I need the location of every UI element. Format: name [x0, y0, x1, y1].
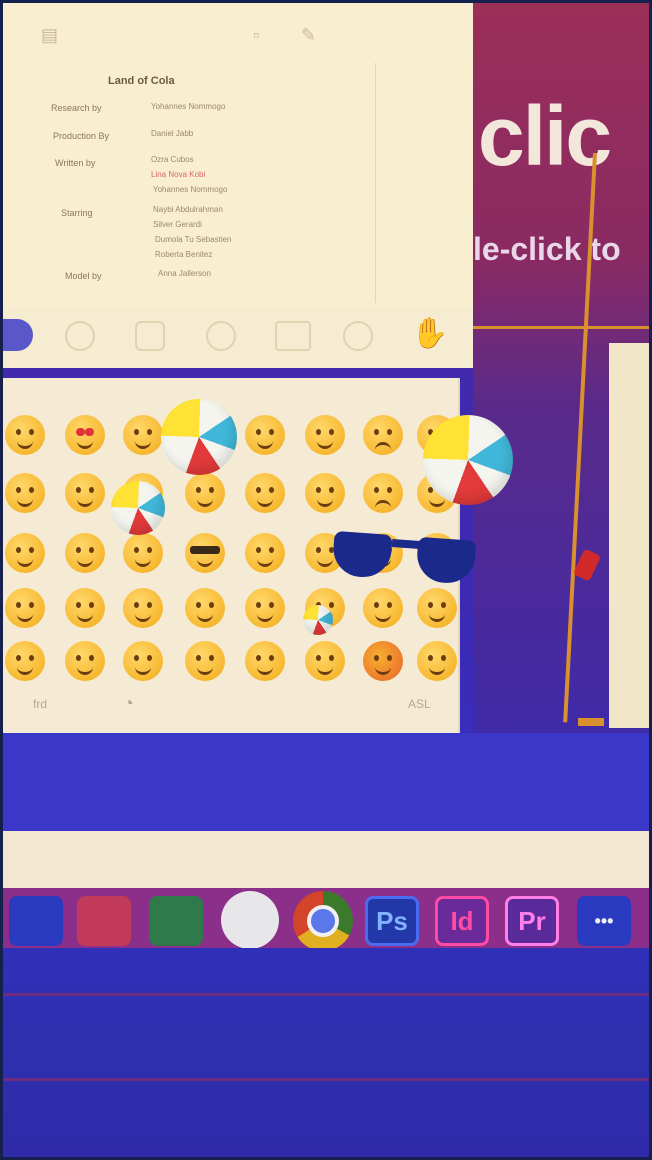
emoji-face[interactable]	[123, 533, 163, 573]
document-divider	[375, 63, 376, 303]
camera-icon[interactable]	[65, 321, 95, 351]
app-icon[interactable]: •••	[577, 896, 631, 946]
row-label: Production By	[53, 131, 110, 141]
premiere-app-icon[interactable]: Pr	[505, 896, 559, 946]
row-value: Dumola Tu Sebastien	[155, 235, 232, 244]
guide-line-horizontal	[473, 326, 649, 329]
emoji-face[interactable]	[245, 533, 285, 573]
reflection-streak	[3, 993, 649, 996]
row-value: Yohannes Nommogo	[151, 102, 226, 111]
emoji-face[interactable]	[305, 415, 345, 455]
emoji-face[interactable]	[417, 641, 457, 681]
clock-icon[interactable]: ◔	[123, 693, 134, 714]
emoji-face[interactable]	[5, 533, 45, 573]
row-value: Anna Jallerson	[158, 269, 211, 278]
emoji-face[interactable]	[363, 588, 403, 628]
emoji-footer-left[interactable]: frd	[33, 697, 47, 711]
emoji-face[interactable]	[123, 415, 163, 455]
beach-ball-sticker	[303, 605, 333, 635]
photoshop-app-icon[interactable]: Ps	[365, 896, 419, 946]
thumbs-up-icon[interactable]: ✋	[411, 316, 448, 351]
document-title: Land of Cola	[108, 75, 175, 87]
photo-booth-app-icon[interactable]	[77, 896, 131, 946]
emoji-category-bar: frd ◔ ASL	[3, 693, 458, 733]
emoji-face[interactable]	[363, 415, 403, 455]
photo-frame: clic le-click to ▤ ▫ ✎ Land of Cola Rese…	[0, 0, 652, 1160]
finder-app-icon[interactable]	[9, 896, 63, 946]
emoji-face[interactable]	[5, 588, 45, 628]
emoji-face[interactable]	[363, 641, 403, 681]
messages-app-icon[interactable]	[149, 896, 203, 946]
edit-icon[interactable]: ✎	[301, 25, 316, 46]
sunglasses-sticker	[331, 523, 480, 593]
side-panel	[609, 343, 649, 728]
slide-hint-text: le-click to	[473, 231, 621, 267]
row-value: Ozra Cubos	[151, 155, 194, 164]
desk-surface	[3, 948, 649, 1157]
indesign-app-icon[interactable]: Id	[435, 896, 489, 946]
emoji-face[interactable]	[65, 415, 105, 455]
emoji-face[interactable]	[417, 588, 457, 628]
desktop-background	[3, 733, 649, 833]
emoji-face[interactable]	[185, 533, 225, 573]
trash-icon[interactable]: ▫	[253, 25, 259, 46]
attachment-icon[interactable]	[135, 321, 165, 351]
row-value: Silver Gerardi	[153, 220, 202, 229]
emoji-face[interactable]	[245, 415, 285, 455]
emoji-face[interactable]	[65, 533, 105, 573]
emoji-face[interactable]	[305, 473, 345, 513]
emoji-face[interactable]	[185, 588, 225, 628]
emoji-face[interactable]	[5, 415, 45, 455]
emoji-face[interactable]	[123, 588, 163, 628]
emoji-face[interactable]	[65, 588, 105, 628]
emoji-face[interactable]	[5, 473, 45, 513]
row-value: Naybi Abdulrahman	[153, 205, 223, 214]
sidebar-icon[interactable]: ▤	[41, 25, 58, 46]
row-value: Lina Nova Kobi	[151, 170, 206, 179]
beach-ball-sticker	[111, 481, 165, 535]
emoji-face[interactable]	[363, 473, 403, 513]
emoji-face[interactable]	[245, 588, 285, 628]
emoji-face[interactable]	[305, 641, 345, 681]
row-label: Starring	[61, 208, 93, 218]
emoji-face[interactable]	[245, 473, 285, 513]
slide-title-text: clic	[478, 89, 612, 183]
row-value: Daniel Jabb	[151, 129, 194, 138]
row-label: Written by	[55, 158, 96, 168]
emoji-face[interactable]	[185, 641, 225, 681]
emoji-face[interactable]	[245, 641, 285, 681]
row-value: Yohannes Nommogo	[153, 185, 228, 194]
beach-ball-sticker	[161, 399, 237, 475]
safari-app-icon[interactable]	[221, 891, 279, 949]
window-edge	[3, 831, 649, 888]
reflection-streak	[3, 1078, 649, 1081]
guide-foot	[578, 718, 604, 726]
emoji-footer-right[interactable]: ASL	[408, 697, 431, 711]
beach-ball-sticker	[423, 415, 513, 505]
row-value: Roberta Benitez	[155, 250, 213, 259]
chrome-app-icon[interactable]	[293, 891, 353, 951]
row-label: Model by	[65, 271, 102, 281]
emoji-face[interactable]	[123, 641, 163, 681]
emoji-face[interactable]	[65, 641, 105, 681]
row-label: Research by	[51, 103, 102, 113]
emoji-face[interactable]	[5, 641, 45, 681]
emoji-face[interactable]	[185, 473, 225, 513]
emoji-icon[interactable]	[343, 321, 373, 351]
stickers-icon[interactable]	[275, 321, 311, 351]
emoji-face[interactable]	[65, 473, 105, 513]
mic-icon[interactable]	[206, 321, 236, 351]
